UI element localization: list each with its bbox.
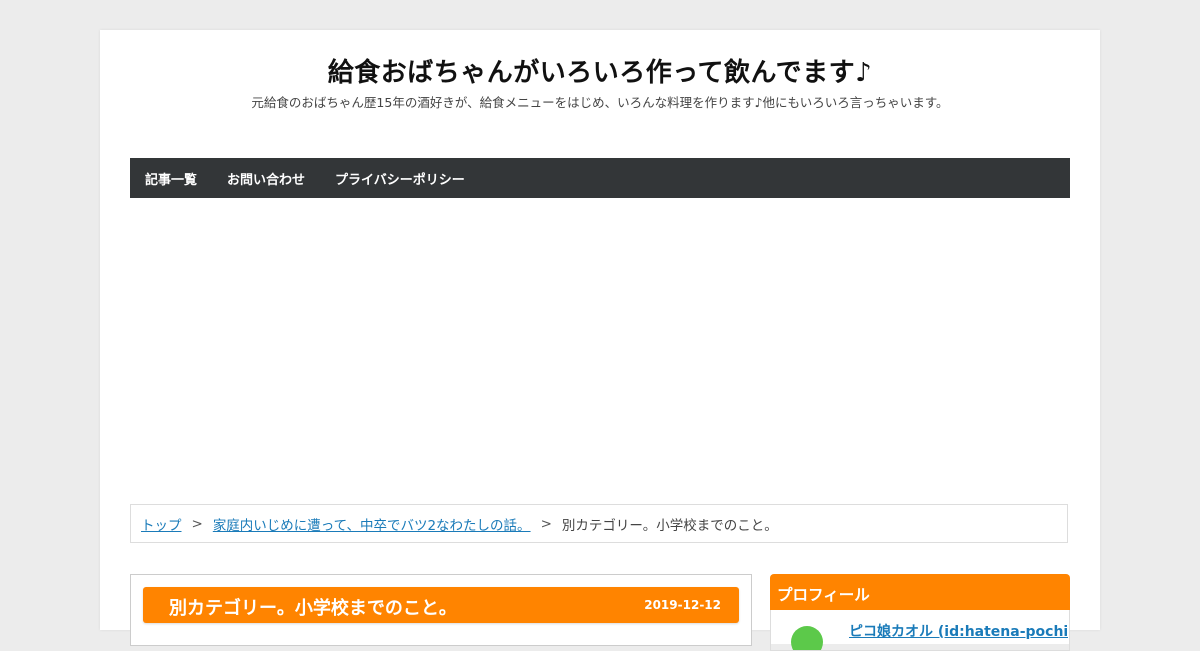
profile-name-link[interactable]: ピコ娘カオル (id:hatena-pochi) — [849, 621, 1069, 641]
category-date: 2019-12-12 — [644, 598, 721, 612]
profile-widget-header: プロフィール — [770, 574, 1070, 610]
breadcrumb: トップ > 家庭内いじめに遭って、中卒でバツ2なわたしの話。 > 別カテゴリー。… — [130, 504, 1068, 543]
nav-item-article-list[interactable]: 記事一覧 — [130, 169, 212, 188]
site-title[interactable]: 給食おばちゃんがいろいろ作って飲んでます♪ — [100, 52, 1100, 89]
profile-widget-title: プロフィール — [777, 586, 870, 604]
breadcrumb-top-link[interactable]: トップ — [141, 514, 182, 534]
breadcrumb-separator: > — [191, 515, 203, 532]
breadcrumb-separator: > — [540, 515, 552, 532]
category-title: 別カテゴリー。小学校までのこと。 — [169, 598, 457, 619]
profile-widget: プロフィール ピコ娘カオル (id:hatena-pochi) — [770, 574, 1070, 651]
site-description: 元給食のおばちゃん歴15年の酒好きが、給食メニューをはじめ、いろんな料理を作りま… — [251, 95, 949, 110]
category-header: 別カテゴリー。小学校までのこと。 2019-12-12 — [143, 587, 739, 623]
article-list-section: 別カテゴリー。小学校までのこと。 2019-12-12 — [130, 574, 752, 646]
ad-space — [130, 198, 1070, 498]
breadcrumb-current: 別カテゴリー。小学校までのこと。 — [561, 517, 778, 534]
global-nav: 記事一覧 お問い合わせ プライバシーポリシー — [130, 158, 1070, 198]
nav-item-contact[interactable]: お問い合わせ — [212, 169, 320, 188]
breadcrumb-category-link[interactable]: 家庭内いじめに遭って、中卒でバツ2なわたしの話。 — [213, 514, 531, 534]
page-container: 給食おばちゃんがいろいろ作って飲んでます♪ 元給食のおばちゃん歴15年の酒好きが… — [100, 30, 1100, 651]
nav-item-privacy-policy[interactable]: プライバシーポリシー — [320, 169, 480, 188]
profile-widget-body: ピコ娘カオル (id:hatena-pochi) — [770, 610, 1070, 651]
